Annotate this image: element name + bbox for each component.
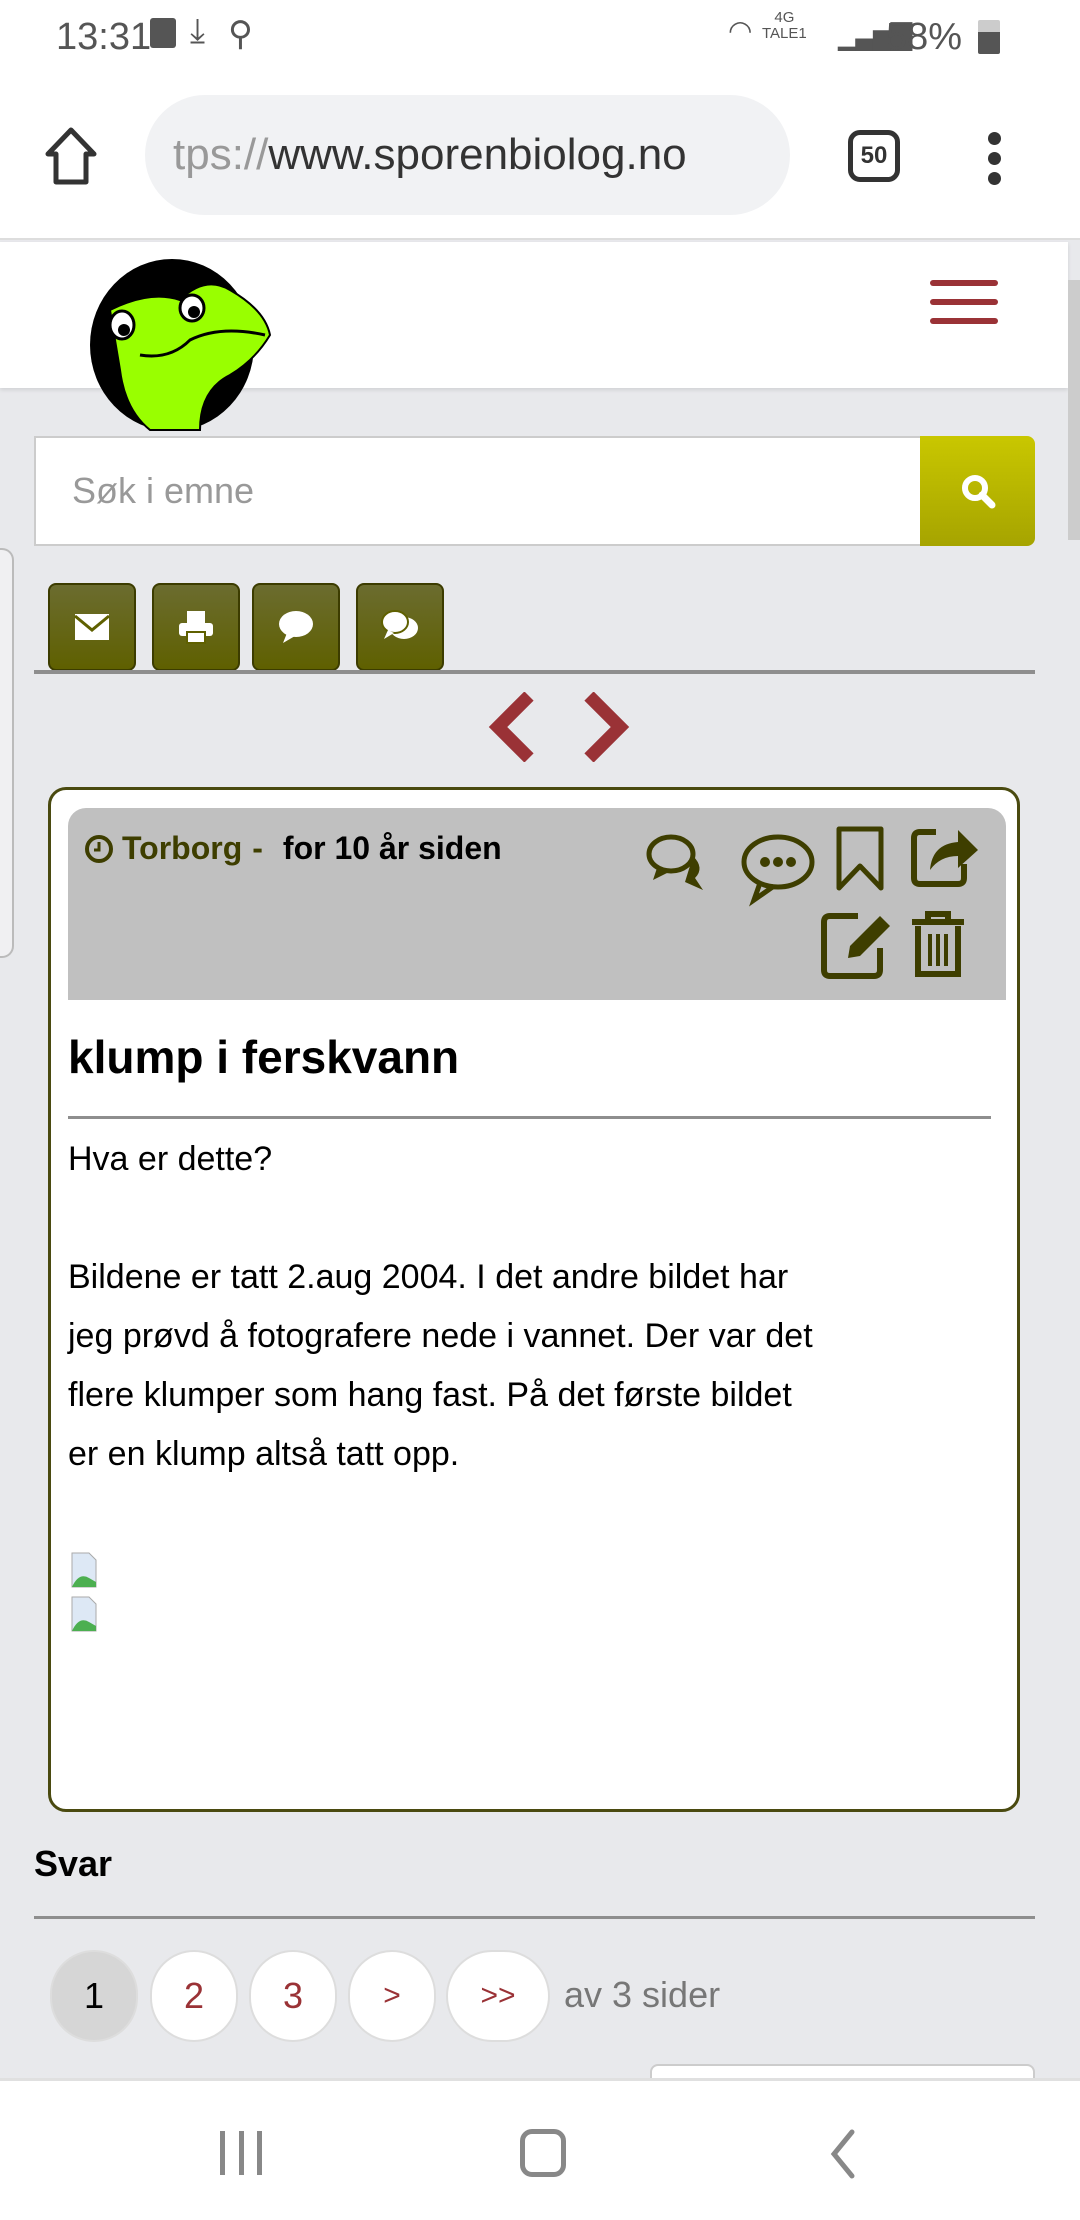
side-panel-edge[interactable] xyxy=(0,548,14,958)
search-button[interactable] xyxy=(920,436,1035,546)
search-input[interactable]: Søk i emne xyxy=(34,436,922,546)
home-icon[interactable] xyxy=(44,126,98,186)
post-body: Hva er dette? Bildene er tatt 2.aug 2004… xyxy=(68,1130,988,1484)
reply-quote-icon[interactable] xyxy=(643,828,723,898)
next-post-arrow-icon[interactable] xyxy=(576,692,634,762)
next-page-button[interactable]: > xyxy=(348,1950,436,2042)
home-button[interactable] xyxy=(520,2129,566,2177)
frog-logo[interactable] xyxy=(80,250,280,432)
divider xyxy=(34,1916,1035,1919)
trash-icon[interactable] xyxy=(908,908,968,982)
status-bar: 13:31 ⤓ ⚲ ◠ 4G TALE1 ▁▃▅▇ 58% xyxy=(0,0,1080,80)
hamburger-menu-icon[interactable] xyxy=(930,280,998,324)
body-line: flere klumper som hang fast. På det førs… xyxy=(68,1376,792,1414)
divider xyxy=(34,670,1035,674)
print-button[interactable] xyxy=(152,583,240,671)
comments-button[interactable] xyxy=(356,583,444,671)
body-line: Hva er dette? xyxy=(68,1140,273,1178)
email-button[interactable] xyxy=(48,583,136,671)
body-line: er en klump altså tatt opp. xyxy=(68,1435,460,1473)
browser-toolbar: tps://www.sporenbiolog.no 50 xyxy=(0,80,1080,240)
post-card: Torborg - for 10 år siden klump i ferskv… xyxy=(48,787,1020,1812)
share-icon[interactable] xyxy=(908,820,982,894)
post-author[interactable]: Torborg xyxy=(122,830,242,867)
title-divider xyxy=(68,1116,991,1119)
comment-button[interactable] xyxy=(252,583,340,671)
broken-image-icon[interactable] xyxy=(71,1552,97,1588)
bookmark-icon[interactable] xyxy=(833,826,893,896)
search-icon xyxy=(961,475,995,509)
scrollbar[interactable] xyxy=(1068,280,1080,540)
previous-post-arrow-icon[interactable] xyxy=(484,692,542,762)
battery-icon xyxy=(978,20,1000,54)
gallery-icon xyxy=(150,18,176,48)
network-type: 4G xyxy=(774,9,795,26)
tab-switcher-button[interactable]: 50 xyxy=(848,130,900,182)
download-icon: ⤓ xyxy=(190,12,206,50)
page-2-button[interactable]: 2 xyxy=(150,1950,238,2042)
url-host: www.sporenbiolog.no xyxy=(268,130,687,179)
back-button[interactable] xyxy=(828,2129,858,2179)
body-line: Bildene er tatt 2.aug 2004. I det andre … xyxy=(68,1258,789,1296)
edit-icon[interactable] xyxy=(818,908,898,982)
answers-heading: Svar xyxy=(34,1843,113,1884)
search-icon: ⚲ xyxy=(228,15,253,53)
comment-icon xyxy=(279,611,313,643)
envelope-icon xyxy=(74,614,110,640)
battery-level: 58% xyxy=(886,16,963,58)
print-icon xyxy=(179,611,213,644)
clock: 13:31 xyxy=(56,16,152,58)
meta-separator: - xyxy=(252,830,263,866)
last-page-button[interactable]: >> xyxy=(446,1950,550,2042)
menu-icon[interactable] xyxy=(988,132,1002,185)
network-indicator: 4G TALE1 xyxy=(762,10,807,42)
post-time: for 10 år siden xyxy=(282,830,502,866)
page-3-button[interactable]: 3 xyxy=(249,1950,337,2042)
body-line: jeg prøvd å fotografere nede i vannet. D… xyxy=(68,1317,813,1355)
wifi-icon: ◠ xyxy=(728,15,753,46)
comment-dots-icon[interactable] xyxy=(738,828,818,908)
comments-icon xyxy=(381,610,418,639)
body-line xyxy=(68,1189,988,1248)
url-scheme: tps:// xyxy=(173,130,269,179)
system-nav-bar xyxy=(0,2078,1080,2220)
clock-icon xyxy=(85,834,113,863)
page-1-button[interactable]: 1 xyxy=(50,1950,138,2042)
recent-apps-button[interactable] xyxy=(220,2131,262,2175)
post-title: klump i ferskvann xyxy=(68,1031,460,1083)
post-header: Torborg - for 10 år siden xyxy=(68,808,1006,1000)
carrier: TALE1 xyxy=(762,25,807,42)
post-meta: Torborg - for 10 år siden xyxy=(84,830,502,867)
broken-image-icon[interactable] xyxy=(71,1596,97,1632)
page-summary: av 3 sider xyxy=(564,1974,721,2015)
address-bar[interactable]: tps://www.sporenbiolog.no xyxy=(145,95,790,215)
